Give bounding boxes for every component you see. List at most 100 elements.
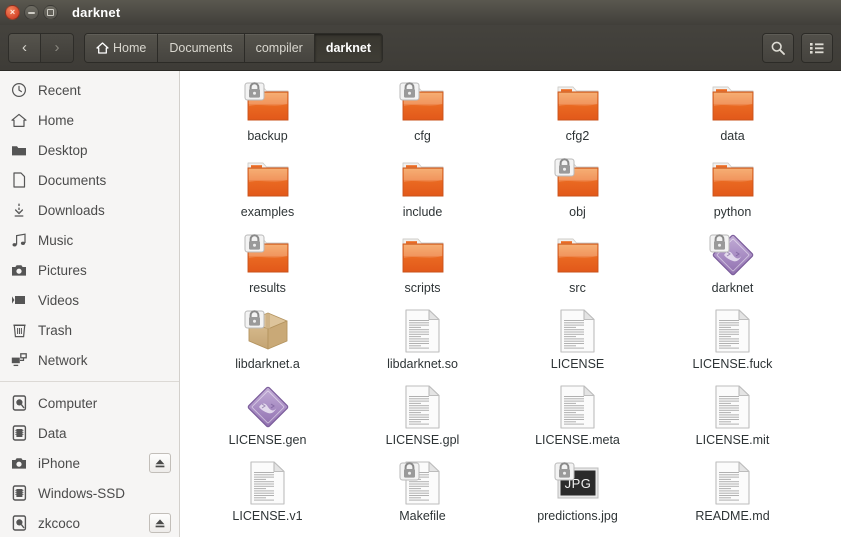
file-item[interactable]: include	[345, 153, 500, 229]
sidebar-item-zkcoco[interactable]: zkcoco	[0, 508, 179, 537]
file-item[interactable]: darknet	[655, 229, 810, 305]
file-item[interactable]: scripts	[345, 229, 500, 305]
back-button[interactable]: ‹	[9, 33, 41, 62]
sidebar-item-music[interactable]: Music	[0, 225, 179, 255]
folder-icon	[709, 155, 757, 203]
file-item[interactable]: python	[655, 153, 810, 229]
breadcrumb-item-home[interactable]: Home	[85, 33, 159, 62]
file-item[interactable]: data	[655, 77, 810, 153]
breadcrumb-item-darknet[interactable]: darknet	[314, 33, 382, 62]
video-camera-icon	[10, 291, 28, 309]
sidebar-item-label: Downloads	[38, 202, 105, 218]
document-icon	[709, 307, 757, 355]
eject-button-zkcoco[interactable]	[149, 513, 171, 533]
close-button[interactable]: ×	[5, 5, 20, 20]
sidebar-item-pictures[interactable]: Pictures	[0, 255, 179, 285]
sidebar-item-videos[interactable]: Videos	[0, 285, 179, 315]
sidebar-item-label: Desktop	[38, 142, 88, 158]
window-title: darknet	[72, 5, 121, 20]
sidebar-item-label: Recent	[38, 82, 81, 98]
maximize-icon	[47, 9, 54, 16]
document-icon	[399, 459, 447, 507]
breadcrumb-label: Home	[113, 40, 147, 55]
jpg-icon: JPG	[554, 459, 602, 507]
sidebar-item-computer[interactable]: Computer	[0, 388, 179, 418]
search-button[interactable]	[762, 32, 794, 63]
file-item[interactable]: examples	[190, 153, 345, 229]
forward-button[interactable]: ›	[41, 33, 73, 62]
file-name-label: cfg2	[565, 129, 590, 143]
toolbar: ‹ › Home Documents compiler darknet	[0, 25, 841, 71]
binary-icon	[244, 383, 292, 431]
sidebar-divider	[0, 381, 179, 382]
sidebar-item-iphone[interactable]: iPhone	[0, 448, 179, 478]
file-item[interactable]: Makefile	[345, 457, 500, 533]
sidebar-item-windows-ssd[interactable]: Windows-SSD	[0, 478, 179, 508]
file-name-label: results	[249, 281, 286, 295]
file-item[interactable]: LICENSE.meta	[500, 381, 655, 457]
eject-icon	[154, 458, 166, 469]
file-item[interactable]: LICENSE.mit	[655, 381, 810, 457]
sidebar-item-label: Music	[38, 232, 74, 248]
sidebar-item-home[interactable]: Home	[0, 105, 179, 135]
file-item[interactable]: libdarknet.a	[190, 305, 345, 381]
file-item[interactable]: LICENSE.fuck	[655, 305, 810, 381]
sidebar-item-data[interactable]: Data	[0, 418, 179, 448]
sidebar-item-recent[interactable]: Recent	[0, 75, 179, 105]
sidebar-item-desktop[interactable]: Desktop	[0, 135, 179, 165]
file-item[interactable]: obj	[500, 153, 655, 229]
sidebar-item-label: Videos	[38, 292, 80, 308]
folder-icon	[244, 155, 292, 203]
trash-icon	[10, 321, 28, 339]
file-item[interactable]: LICENSE	[500, 305, 655, 381]
breadcrumb-item-compiler[interactable]: compiler	[244, 33, 315, 62]
file-item[interactable]: LICENSE.v1	[190, 457, 345, 533]
sidebar-item-trash[interactable]: Trash	[0, 315, 179, 345]
home-icon	[96, 41, 109, 54]
sidebar-item-network[interactable]: Network	[0, 345, 179, 375]
minimize-button[interactable]	[24, 5, 39, 20]
drive-icon	[10, 424, 28, 442]
file-item[interactable]: LICENSE.gen	[190, 381, 345, 457]
file-item[interactable]: README.md	[655, 457, 810, 533]
folder-icon	[709, 79, 757, 127]
file-item[interactable]: cfg2	[500, 77, 655, 153]
sidebar-item-downloads[interactable]: Downloads	[0, 195, 179, 225]
harddisk-icon	[10, 514, 28, 532]
binary-icon	[709, 231, 757, 279]
file-grid-view[interactable]: backup cfg cfg2 data examples include ob…	[181, 71, 841, 537]
folder-icon	[399, 231, 447, 279]
window-controls: ×	[5, 5, 58, 20]
sidebar-item-documents[interactable]: Documents	[0, 165, 179, 195]
file-name-label: examples	[240, 205, 295, 219]
download-icon	[10, 201, 28, 219]
eject-button-iphone[interactable]	[149, 453, 171, 473]
document-icon	[399, 383, 447, 431]
camera-icon	[10, 454, 28, 472]
folder-icon	[10, 141, 28, 159]
drive-icon	[10, 484, 28, 502]
folder-icon	[399, 79, 447, 127]
folder-icon	[554, 231, 602, 279]
file-item[interactable]: cfg	[345, 77, 500, 153]
file-item[interactable]: LICENSE.gpl	[345, 381, 500, 457]
file-item[interactable]: src	[500, 229, 655, 305]
document-icon	[554, 307, 602, 355]
breadcrumb-item-documents[interactable]: Documents	[158, 33, 245, 62]
breadcrumb-label: darknet	[325, 40, 371, 55]
maximize-button[interactable]	[43, 5, 58, 20]
camera-icon	[10, 261, 28, 279]
sidebar-item-label: Pictures	[38, 262, 87, 278]
view-toggle-button[interactable]	[801, 32, 833, 63]
file-item[interactable]: JPG predictions.jpg	[500, 457, 655, 533]
file-name-label: obj	[569, 205, 586, 219]
file-item[interactable]: results	[190, 229, 345, 305]
file-name-label: LICENSE.gen	[228, 433, 307, 447]
harddisk-icon	[10, 394, 28, 412]
file-item[interactable]: libdarknet.so	[345, 305, 500, 381]
document-icon	[10, 171, 28, 189]
window-titlebar: × darknet	[0, 0, 841, 25]
file-item[interactable]: backup	[190, 77, 345, 153]
package-icon	[244, 307, 292, 355]
list-view-icon	[809, 41, 825, 55]
